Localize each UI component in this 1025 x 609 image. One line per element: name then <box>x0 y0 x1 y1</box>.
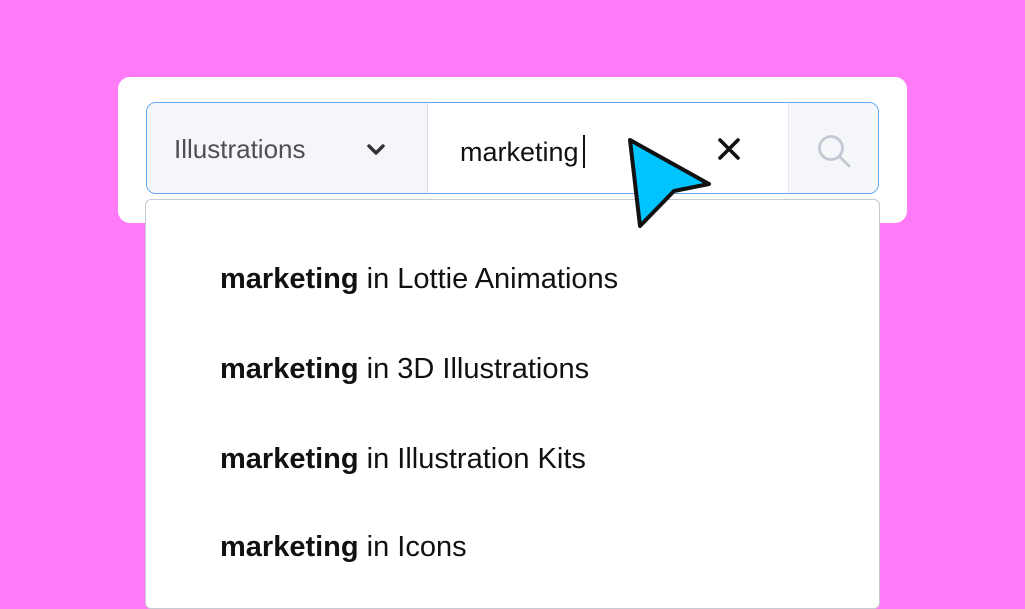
suggestion-item[interactable]: marketing in 3D Illustrations <box>220 352 589 386</box>
suggestion-item[interactable]: marketing in Icons <box>220 530 467 564</box>
suggestion-context: in Icons <box>366 531 467 563</box>
suggestion-context: in 3D Illustrations <box>366 353 590 385</box>
suggestion-term: marketing <box>220 443 359 475</box>
search-bar: Illustrations marketing <box>146 102 879 194</box>
close-icon[interactable] <box>717 137 741 161</box>
category-dropdown[interactable]: Illustrations <box>147 103 428 193</box>
suggestion-term: marketing <box>220 263 359 295</box>
search-input-value: marketing <box>460 137 579 167</box>
search-input-value-wrapper: marketing <box>460 135 585 168</box>
suggestion-item[interactable]: marketing in Illustration Kits <box>220 442 586 476</box>
search-button[interactable] <box>789 103 878 193</box>
category-label: Illustrations <box>174 134 306 164</box>
suggestion-context: in Illustration Kits <box>366 443 586 475</box>
text-caret <box>582 135 585 168</box>
suggestion-term: marketing <box>220 531 359 563</box>
search-input[interactable]: marketing <box>428 103 789 193</box>
suggestion-term: marketing <box>220 353 359 385</box>
mouse-pointer-icon <box>628 138 711 228</box>
suggestion-item[interactable]: marketing in Lottie Animations <box>220 262 618 296</box>
suggestion-context: in Lottie Animations <box>366 263 619 295</box>
suggestions-dropdown: marketing in Lottie Animations marketing… <box>145 199 880 609</box>
search-icon <box>818 135 851 168</box>
chevron-down-icon <box>367 144 385 155</box>
